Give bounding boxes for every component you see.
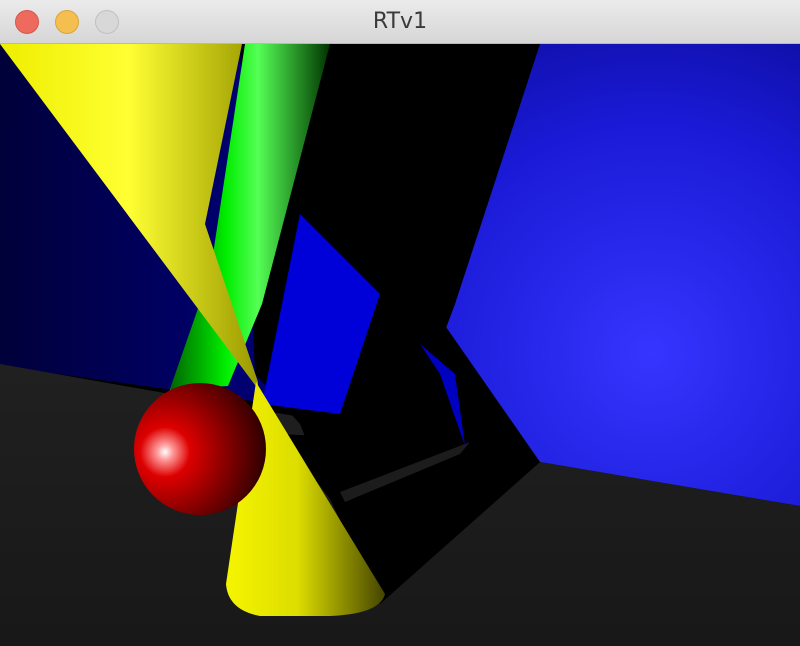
window-title: RTv1	[372, 9, 428, 34]
title-bar[interactable]: RTv1	[0, 0, 800, 44]
red-sphere	[134, 383, 266, 515]
app-window: RTv1	[0, 0, 800, 646]
raytrace-render	[0, 44, 800, 646]
render-viewport	[0, 44, 800, 646]
